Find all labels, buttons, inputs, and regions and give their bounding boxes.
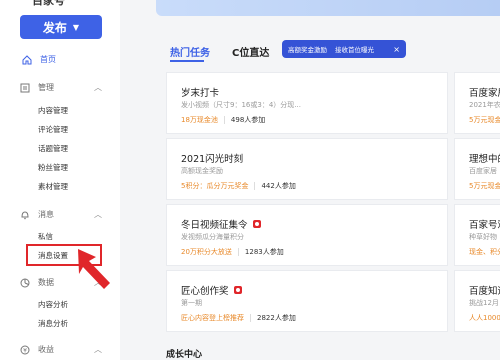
task-count: 1283人参加	[244, 248, 284, 256]
sidebar-item-topic-manage[interactable]: 话题管理	[38, 143, 68, 154]
badge-text-2: 接收首位曝光	[335, 46, 374, 54]
task-title-text: 冬日视频征集令	[181, 220, 248, 231]
task-title: 岁末打卡	[181, 85, 219, 99]
badge-text-1: 高额奖金激励	[288, 46, 327, 54]
chart-icon	[20, 278, 30, 287]
pointer-arrow-icon	[78, 249, 110, 289]
sidebar-item-material-manage[interactable]: 素材管理	[38, 181, 68, 192]
hot-badge-icon	[233, 286, 242, 294]
sidebar: 百家号 发布 ▼ 首页 管理 ︿ 内容管理 评论管理 话题管理 粉丝管理 素材管…	[0, 0, 120, 360]
svg-text:¥: ¥	[23, 347, 27, 354]
task-reward: 现金、积分	[469, 248, 500, 256]
task-reward: 18万现金池	[181, 116, 218, 124]
task-title-text: 岁末打卡	[181, 88, 220, 99]
chevron-up-icon: ︿	[94, 83, 102, 92]
task-card[interactable]: 岁末打卡 发小视频（尺寸9：16或3：4）分现... 18万现金池 498人参加	[166, 72, 448, 134]
sidebar-section-manage[interactable]: 管理 ︿	[20, 82, 102, 93]
task-meta: 20万积分大放送 1283人参加	[181, 247, 284, 257]
publish-label: 发布	[42, 20, 67, 35]
task-title: 百度家居	[469, 88, 500, 99]
sidebar-section-income[interactable]: ¥ 收益 ︿	[20, 344, 102, 355]
income-icon: ¥	[20, 345, 30, 354]
task-meta: 18万现金池 498人参加	[181, 115, 265, 125]
task-reward: 人人10000	[469, 314, 500, 322]
task-title: 百度知道	[469, 286, 500, 297]
sidebar-item-home[interactable]: 首页	[22, 54, 56, 65]
task-meta: 现金、积分	[469, 247, 500, 257]
task-meta: 人人10000	[469, 313, 500, 323]
growth-center-title: 成长中心	[166, 350, 203, 360]
divider	[254, 182, 256, 190]
task-desc: 高额现金奖励	[181, 167, 223, 175]
task-desc: 发小视频（尺寸9：16或3：4）分现...	[181, 101, 301, 109]
task-grid: 岁末打卡 发小视频（尺寸9：16或3：4）分现... 18万现金池 498人参加…	[166, 72, 500, 334]
tab-hot-tasks[interactable]: 热门任务	[170, 44, 210, 59]
publish-button[interactable]: 发布 ▼	[20, 15, 102, 39]
bell-icon	[21, 210, 29, 219]
task-title-text: 2021闪光时刻	[181, 154, 244, 165]
sidebar-item-private-message[interactable]: 私信	[38, 231, 53, 242]
task-reward: 20万积分大放送	[181, 248, 232, 256]
task-card[interactable]: 百度家居 2021年农 5万元现金	[454, 72, 500, 134]
divider	[223, 116, 225, 124]
task-count: 442人参加	[261, 182, 296, 190]
task-title-text: 匠心创作奖	[181, 286, 229, 297]
task-card[interactable]: 理想中的 百度家居 5万元现金	[454, 138, 500, 200]
task-card[interactable]: 匠心创作奖 第一期 匠心内容登上榜推荐 2822人参加	[166, 270, 448, 332]
task-title: 百家号观	[469, 220, 500, 231]
task-meta: 5万元现金	[469, 181, 500, 191]
task-reward: 5万元现金	[469, 182, 500, 190]
task-title: 理想中的	[469, 154, 500, 165]
task-desc: 发视频瓜分海量积分	[181, 233, 244, 241]
section-label: 收益	[38, 345, 54, 354]
task-reward: 5积分：瓜分万元奖金	[181, 182, 249, 190]
task-tabs: 热门任务 C位直达	[170, 44, 269, 59]
tab-c-position[interactable]: C位直达	[232, 44, 269, 59]
tab-underline	[170, 60, 204, 62]
brand-logo: 百家号	[32, 0, 65, 7]
sidebar-section-message[interactable]: 消息 ︿	[20, 209, 102, 220]
task-desc: 第一期	[181, 299, 202, 307]
task-count: 498人参加	[230, 116, 266, 124]
manage-icon	[20, 83, 30, 92]
task-desc: 挑战12月	[469, 299, 499, 307]
task-desc: 种草好物	[469, 233, 497, 241]
sidebar-item-message-analysis[interactable]: 消息分析	[38, 318, 68, 329]
sidebar-item-comment-manage[interactable]: 评论管理	[38, 124, 68, 135]
close-icon[interactable]: ×	[393, 45, 400, 54]
sidebar-item-content-analysis[interactable]: 内容分析	[38, 299, 68, 310]
chevron-down-icon: ▼	[72, 22, 80, 32]
top-banner	[156, 0, 500, 16]
task-card[interactable]: 百度知道 挑战12月 人人10000	[454, 270, 500, 332]
promo-badge[interactable]: 高额奖金激励 接收首位曝光 ×	[282, 40, 406, 58]
task-reward: 5万元现金	[469, 116, 500, 124]
home-icon	[22, 54, 32, 64]
task-title: 2021闪光时刻	[181, 151, 243, 165]
task-count: 2822人参加	[257, 314, 296, 322]
task-card[interactable]: 2021闪光时刻 高额现金奖励 5积分：瓜分万元奖金 442人参加	[166, 138, 448, 200]
task-desc: 2021年农	[469, 101, 500, 109]
task-card[interactable]: 百家号观 种草好物 现金、积分	[454, 204, 500, 266]
sidebar-item-label: 首页	[40, 55, 56, 64]
divider	[237, 248, 239, 256]
task-title: 冬日视频征集令	[181, 217, 261, 231]
task-meta: 匠心内容登上榜推荐 2822人参加	[181, 313, 296, 323]
section-label: 管理	[38, 83, 54, 92]
task-reward: 匠心内容登上榜推荐	[181, 314, 244, 322]
chevron-up-icon: ︿	[94, 210, 102, 219]
sidebar-item-fans-manage[interactable]: 粉丝管理	[38, 162, 68, 173]
divider	[250, 314, 251, 322]
section-label: 消息	[38, 210, 54, 219]
task-card[interactable]: 冬日视频征集令 发视频瓜分海量积分 20万积分大放送 1283人参加	[166, 204, 448, 266]
sidebar-item-content-manage[interactable]: 内容管理	[38, 105, 68, 116]
task-meta: 5万元现金	[469, 115, 500, 125]
section-label: 数据	[38, 278, 54, 287]
hot-badge-icon	[252, 220, 261, 228]
task-meta: 5积分：瓜分万元奖金 442人参加	[181, 181, 296, 191]
task-desc: 百度家居	[469, 167, 497, 175]
task-title: 匠心创作奖	[181, 283, 242, 297]
chevron-up-icon: ︿	[94, 345, 102, 354]
